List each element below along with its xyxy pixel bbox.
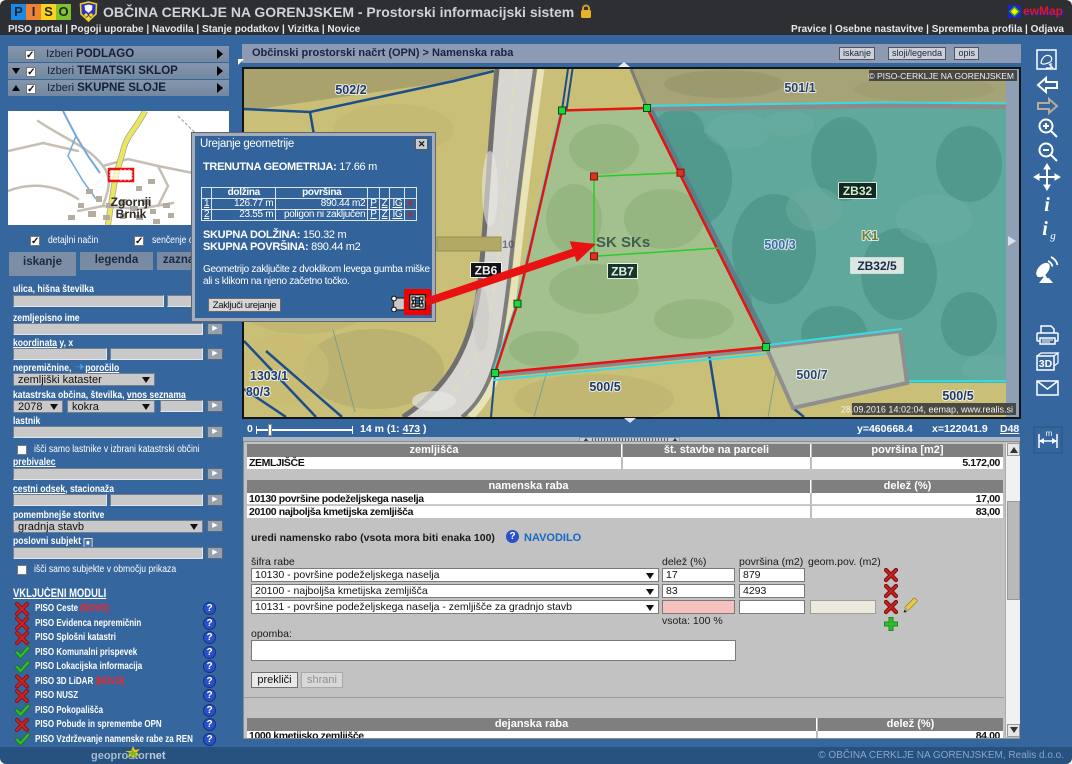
svg-text:Brnik: Brnik [116, 207, 147, 221]
svg-text:500/3: 500/3 [764, 238, 795, 252]
svg-text:3D: 3D [1039, 358, 1053, 370]
svg-text:502/2: 502/2 [335, 83, 366, 97]
svg-text:1303/1: 1303/1 [250, 369, 288, 383]
svg-text:© PISO-CERKLJE NA GORENJSKEM: © PISO-CERKLJE NA GORENJSKEM [868, 71, 1014, 81]
svg-text:i: i [1042, 218, 1048, 240]
svg-text:g: g [1050, 230, 1056, 242]
svg-text:500/7: 500/7 [796, 368, 827, 382]
svg-text:SK SKs: SK SKs [596, 234, 650, 251]
svg-text:ZB7: ZB7 [611, 265, 634, 279]
svg-text:500/5: 500/5 [942, 389, 973, 403]
svg-text:K1: K1 [862, 228, 879, 243]
svg-text:ZB6: ZB6 [475, 264, 498, 278]
svg-text:ZB32/5: ZB32/5 [857, 259, 897, 273]
svg-text:500/5: 500/5 [589, 380, 620, 394]
svg-text:ZB32: ZB32 [843, 184, 873, 198]
svg-text:m: m [1046, 429, 1053, 438]
svg-text:28.09.2016 14:02:04, eemap, ww: 28.09.2016 14:02:04, eemap, www.realis.s… [841, 405, 1013, 415]
svg-text:i: i [1044, 194, 1050, 216]
svg-text:80/3: 80/3 [246, 385, 270, 399]
svg-text:501/1: 501/1 [784, 81, 815, 95]
svg-text:10: 10 [502, 239, 514, 251]
